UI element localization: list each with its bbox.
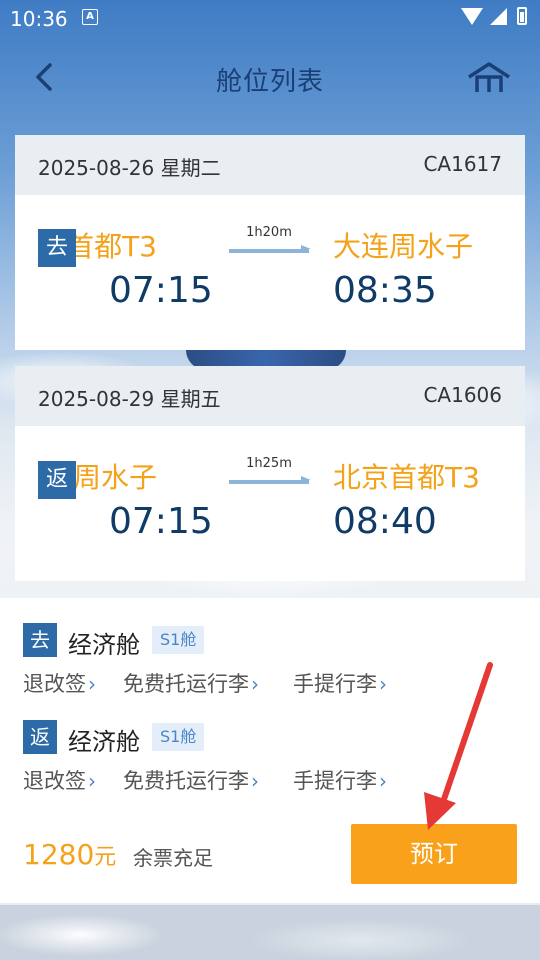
flight-number: CA1617 xyxy=(423,152,502,176)
direction-tag: 返 xyxy=(38,461,76,499)
arrival-city: 北京首都T3 xyxy=(333,461,480,494)
chevron-right-icon: › xyxy=(379,769,387,793)
refund-change-link[interactable]: 退改签 › xyxy=(23,668,96,698)
booking-panel: 去 经济舱 S1舱 退改签 › 免费托运行李 › 手提行李 › 返 经济舱 S1舱 退… xyxy=(0,598,540,903)
arrival-time: 08:40 xyxy=(333,501,437,542)
flight-number: CA1606 xyxy=(423,383,502,407)
chevron-right-icon: › xyxy=(88,769,96,793)
rule-label: 免费托运行李 xyxy=(123,769,249,793)
background-clouds-bottom xyxy=(0,905,540,960)
route-arrow-icon xyxy=(229,245,311,253)
carry-on-baggage-link[interactable]: 手提行李 › xyxy=(293,668,387,698)
flight-card-outbound: 2025-08-26 星期二 CA1617 去 首都T3 1h20m 大连周水子… xyxy=(15,135,525,350)
chevron-right-icon: › xyxy=(88,672,96,696)
flight-card-body: 去 首都T3 1h20m 大连周水子 07:15 08:35 xyxy=(15,195,525,350)
flight-card-header: 2025-08-26 星期二 CA1617 xyxy=(15,135,525,195)
home-button[interactable] xyxy=(466,60,512,96)
rule-label: 手提行李 xyxy=(293,769,377,793)
departure-city: 首都T3 xyxy=(66,230,157,263)
rule-label: 退改签 xyxy=(23,769,86,793)
flight-duration: 1h20m xyxy=(246,225,292,240)
checked-baggage-link[interactable]: 免费托运行李 › xyxy=(123,765,259,795)
flight-duration: 1h25m xyxy=(246,456,292,471)
book-button[interactable]: 预订 xyxy=(351,824,517,884)
app-notification-icon: A xyxy=(82,9,98,25)
arrival-time: 08:35 xyxy=(333,270,437,311)
flight-card-header: 2025-08-29 星期五 CA1606 xyxy=(15,366,525,426)
cabin-name: 经济舱 xyxy=(68,631,140,659)
rule-label: 手提行李 xyxy=(293,672,377,696)
carry-on-baggage-link[interactable]: 手提行李 › xyxy=(293,765,387,795)
direction-tag: 去 xyxy=(38,229,76,267)
chevron-right-icon: › xyxy=(251,672,259,696)
class-badge: S1舱 xyxy=(152,723,205,751)
rule-label: 退改签 xyxy=(23,672,86,696)
departure-time: 07:15 xyxy=(109,270,213,311)
signal-icon xyxy=(490,8,507,25)
departure-city: 周水子 xyxy=(72,461,157,494)
flight-card-body: 返 周水子 1h25m 北京首都T3 07:15 08:40 xyxy=(15,426,525,581)
departure-time: 07:15 xyxy=(109,501,213,542)
header: 舱位列表 xyxy=(0,48,540,108)
class-badge: S1舱 xyxy=(152,626,205,654)
checked-baggage-link[interactable]: 免费托运行李 › xyxy=(123,668,259,698)
flight-date: 2025-08-26 星期二 xyxy=(38,156,221,180)
total-price: 1280元 xyxy=(23,838,116,871)
cabin-name: 经济舱 xyxy=(68,728,140,756)
status-bar: 10:36 A xyxy=(0,0,540,36)
flight-card-return: 2025-08-29 星期五 CA1606 返 周水子 1h25m 北京首都T3… xyxy=(15,366,525,581)
route-arrow-icon xyxy=(229,476,311,484)
wifi-icon xyxy=(461,8,483,25)
segment-tag: 去 xyxy=(23,623,57,657)
chevron-right-icon: › xyxy=(379,672,387,696)
battery-icon xyxy=(517,7,527,25)
price-value: 1280 xyxy=(23,838,95,871)
rule-label: 免费托运行李 xyxy=(123,672,249,696)
price-unit: 元 xyxy=(94,845,117,870)
home-icon xyxy=(468,62,510,92)
arrival-city: 大连周水子 xyxy=(333,230,474,263)
chevron-right-icon: › xyxy=(251,769,259,793)
ticket-availability: 余票充足 xyxy=(133,846,213,870)
segment-tag: 返 xyxy=(23,720,57,754)
refund-change-link[interactable]: 退改签 › xyxy=(23,765,96,795)
flight-date: 2025-08-29 星期五 xyxy=(38,387,221,411)
status-time: 10:36 xyxy=(10,7,68,31)
page-title: 舱位列表 xyxy=(215,67,324,97)
